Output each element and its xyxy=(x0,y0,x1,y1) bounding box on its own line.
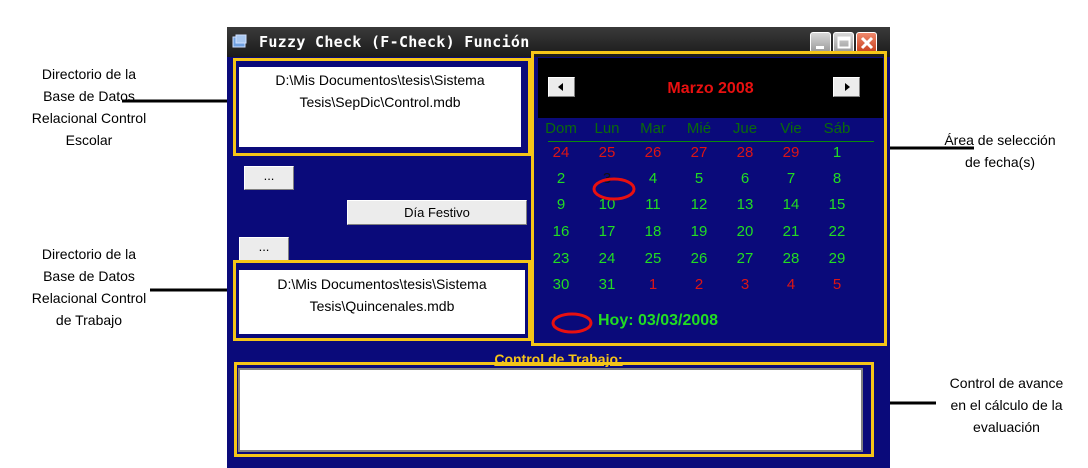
calendar-day[interactable]: 26 xyxy=(676,250,722,267)
trabajo-path-field[interactable]: D:\Mis Documentos\tesis\Sistema Tesis\Qu… xyxy=(239,270,525,334)
calendar-day[interactable]: 15 xyxy=(814,196,860,213)
browse-escolar-button[interactable]: ... xyxy=(244,166,294,190)
calendar-day[interactable]: 22 xyxy=(814,223,860,240)
weekday-label: Jue xyxy=(732,120,758,137)
close-button[interactable] xyxy=(856,32,877,53)
escolar-path-line: D:\Mis Documentos\tesis\Sistema xyxy=(275,72,485,88)
calendar-day[interactable]: 6 xyxy=(722,170,768,187)
app-icon xyxy=(232,34,247,48)
browse-trabajo-button[interactable]: ... xyxy=(239,237,289,261)
calendar-day[interactable]: 3 xyxy=(722,276,768,293)
calendar-day[interactable]: 4 xyxy=(768,276,814,293)
calendar-day[interactable]: 27 xyxy=(676,144,722,161)
calendar-day[interactable]: 8 xyxy=(814,170,860,187)
calendar-day[interactable]: 12 xyxy=(676,196,722,213)
selected-day-circle xyxy=(592,177,636,201)
annotation-line: evaluación xyxy=(973,419,1040,435)
progress-area xyxy=(238,368,863,452)
calendar-day[interactable]: 16 xyxy=(538,223,584,240)
calendar-day[interactable]: 29 xyxy=(768,144,814,161)
calendar-separator xyxy=(548,141,874,142)
calendar-day[interactable]: 5 xyxy=(814,276,860,293)
calendar-day[interactable]: 25 xyxy=(630,250,676,267)
calendar-day[interactable]: 24 xyxy=(584,250,630,267)
escolar-path-line: Tesis\SepDic\Control.mdb xyxy=(299,94,461,110)
trabajo-path-line: Tesis\Quincenales.mdb xyxy=(309,298,455,314)
weekday-label: Mié xyxy=(686,120,712,137)
trabajo-path-line: D:\Mis Documentos\tesis\Sistema xyxy=(277,276,487,292)
annotation-line: Control de avance xyxy=(949,375,1064,391)
calendar-day[interactable]: 26 xyxy=(630,144,676,161)
calendar[interactable]: Marzo 2008 Dom Lun Mar Mié Jue Vie Sáb 24 25 26 2… xyxy=(538,58,883,340)
calendar-day[interactable]: 17 xyxy=(584,223,630,240)
annotation-line: Directorio de la xyxy=(41,246,137,262)
calendar-day[interactable]: 7 xyxy=(768,170,814,187)
dia-festivo-button[interactable]: Día Festivo xyxy=(347,200,527,225)
calendar-day[interactable]: 27 xyxy=(722,250,768,267)
calendar-day[interactable]: 21 xyxy=(768,223,814,240)
annotation-line: Directorio de la xyxy=(41,66,137,82)
annotation-line: Escolar xyxy=(65,132,113,148)
weekday-label: Dom xyxy=(545,120,577,137)
calendar-day[interactable]: 14 xyxy=(768,196,814,213)
calendar-day[interactable]: 28 xyxy=(768,250,814,267)
calendar-day[interactable]: 1 xyxy=(814,144,860,161)
calendar-day[interactable]: 18 xyxy=(630,223,676,240)
minimize-button[interactable] xyxy=(810,32,831,53)
calendar-day[interactable]: 20 xyxy=(722,223,768,240)
arrow-right-icon xyxy=(845,83,850,91)
calendar-day[interactable]: 1 xyxy=(630,276,676,293)
today-icon xyxy=(551,312,593,334)
app-window: Fuzzy Check (F-Check) Función D:\Mis Doc… xyxy=(227,27,890,468)
calendar-day[interactable]: 23 xyxy=(538,250,584,267)
next-month-button[interactable] xyxy=(833,77,860,97)
calendar-day[interactable]: 24 xyxy=(538,144,584,161)
calendar-day[interactable]: 29 xyxy=(814,250,860,267)
today-label[interactable]: Hoy: 03/03/2008 xyxy=(598,312,718,330)
calendar-day[interactable]: 2 xyxy=(676,276,722,293)
calendar-month-label: Marzo 2008 xyxy=(667,80,754,97)
calendar-day[interactable]: 25 xyxy=(584,144,630,161)
weekday-label: Mar xyxy=(640,120,666,137)
calendar-day[interactable]: 2 xyxy=(538,170,584,187)
calendar-day[interactable]: 31 xyxy=(584,276,630,293)
escolar-path-field[interactable]: D:\Mis Documentos\tesis\Sistema Tesis\Se… xyxy=(239,67,521,147)
calendar-day[interactable]: 13 xyxy=(722,196,768,213)
calendar-day[interactable]: 30 xyxy=(538,276,584,293)
window-title: Fuzzy Check (F-Check) Función xyxy=(259,33,530,51)
calendar-day[interactable]: 5 xyxy=(676,170,722,187)
calendar-day[interactable]: 19 xyxy=(676,223,722,240)
annotation-line: de Trabajo xyxy=(55,312,123,328)
weekday-label: Sáb xyxy=(823,120,851,137)
calendar-day[interactable]: 28 xyxy=(722,144,768,161)
maximize-button[interactable] xyxy=(833,32,854,53)
weekday-label: Vie xyxy=(780,120,802,137)
weekday-label: Lun xyxy=(594,120,620,137)
calendar-day[interactable]: 9 xyxy=(538,196,584,213)
